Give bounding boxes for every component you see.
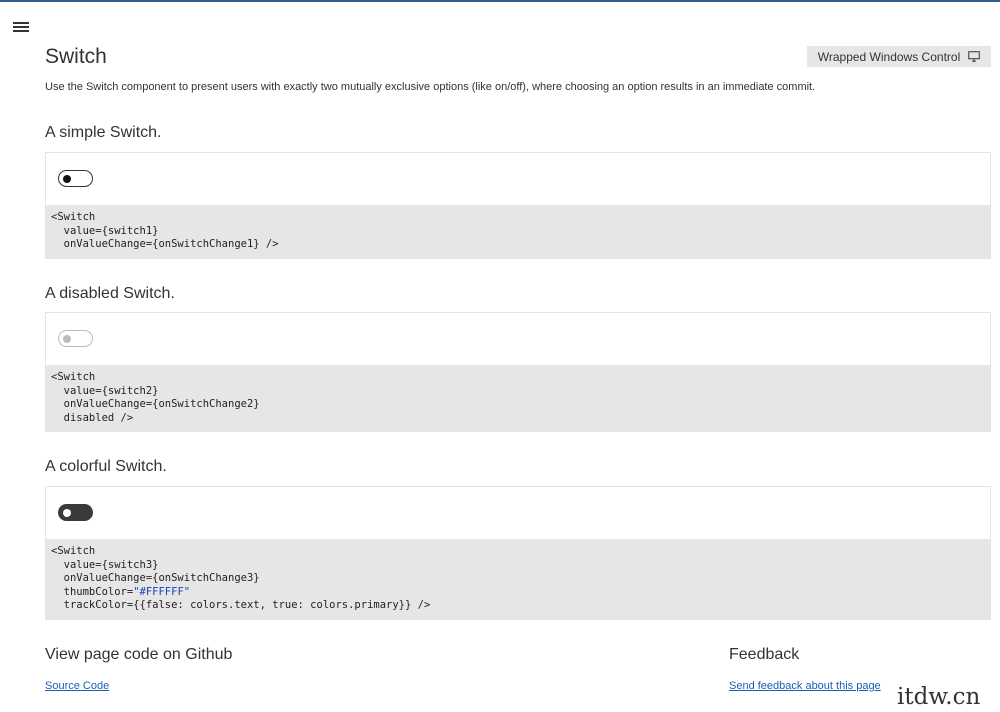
code-block: <Switch value={switch3} onValueChange={o… <box>46 539 990 619</box>
send-feedback-link[interactable]: Send feedback about this page <box>729 680 881 692</box>
source-code-link[interactable]: Source Code <box>45 680 109 692</box>
code-line: value={switch2} <box>51 384 159 397</box>
top-accent-line <box>0 0 1000 2</box>
wrapped-button-label: Wrapped Windows Control <box>817 49 961 64</box>
switch-thumb <box>63 174 71 183</box>
code-line: onValueChange={onSwitchChange1} /> <box>51 238 279 250</box>
code-string-literal: "#FFFFFF" <box>133 585 191 598</box>
feedback-heading: Feedback <box>729 646 800 663</box>
switch-thumb <box>63 508 71 517</box>
example-card-colorful: <Switch value={switch3} onValueChange={o… <box>45 486 991 620</box>
code-block: <Switch value={switch2} onValueChange={o… <box>46 365 990 431</box>
page-description: Use the Switch component to present user… <box>45 81 816 93</box>
disabled-switch-toggle <box>58 330 93 347</box>
code-line: <Switch <box>51 371 96 383</box>
code-attr: thumbColor= <box>51 585 134 598</box>
code-line: onValueChange={onSwitchChange3} <box>51 572 260 584</box>
section-heading-simple: A simple Switch. <box>45 124 162 141</box>
example-card-simple: <Switch value={switch1} onValueChange={o… <box>45 152 991 259</box>
colorful-switch-toggle[interactable] <box>58 504 93 521</box>
demo-area <box>46 487 990 539</box>
monitor-icon <box>968 51 980 62</box>
code-line: <Switch <box>51 545 96 557</box>
page-title: Switch <box>45 45 107 68</box>
code-line: value={switch3} <box>51 558 159 571</box>
code-line: disabled /> <box>51 411 134 424</box>
code-line: onValueChange={onSwitchChange2} <box>51 398 260 410</box>
code-block: <Switch value={switch1} onValueChange={o… <box>46 205 990 258</box>
hamburger-menu-icon[interactable] <box>13 22 29 34</box>
code-line: value={switch1} <box>51 224 159 237</box>
wrapped-windows-control-button[interactable]: Wrapped Windows Control <box>807 46 991 67</box>
code-line: thumbColor="#FFFFFF" <box>51 586 985 600</box>
section-heading-disabled: A disabled Switch. <box>45 285 175 302</box>
demo-area <box>46 153 990 205</box>
github-heading: View page code on Github <box>45 646 233 663</box>
switch-thumb <box>63 334 71 343</box>
section-heading-colorful: A colorful Switch. <box>45 458 167 475</box>
simple-switch-toggle[interactable] <box>58 170 93 187</box>
code-line: <Switch <box>51 211 96 223</box>
site-watermark: itdw.cn <box>893 684 985 710</box>
code-line: trackColor={{false: colors.text, true: c… <box>51 599 431 611</box>
demo-area <box>46 313 990 365</box>
example-card-disabled: <Switch value={switch2} onValueChange={o… <box>45 312 991 432</box>
